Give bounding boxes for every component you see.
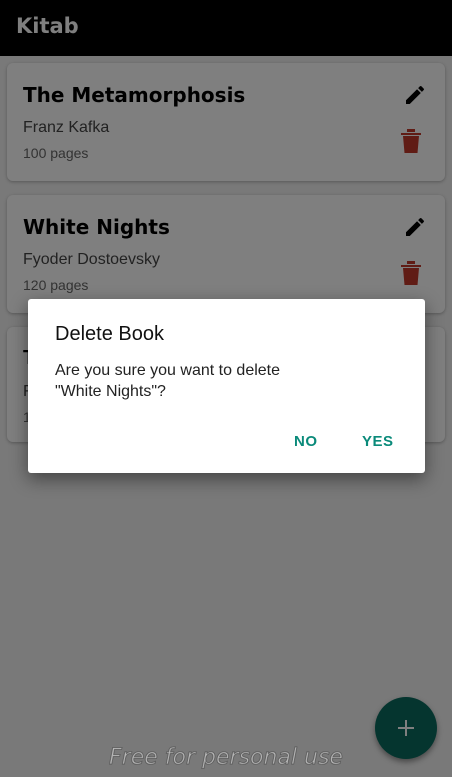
- dialog-title: Delete Book: [55, 323, 164, 345]
- delete-dialog: Delete Book Are you sure you want to del…: [28, 299, 425, 473]
- yes-button[interactable]: YES: [362, 433, 394, 450]
- no-button[interactable]: NO: [294, 433, 318, 450]
- watermark: Free for personal use: [109, 745, 344, 771]
- dialog-message: Are you sure you want to delete "White N…: [55, 362, 281, 400]
